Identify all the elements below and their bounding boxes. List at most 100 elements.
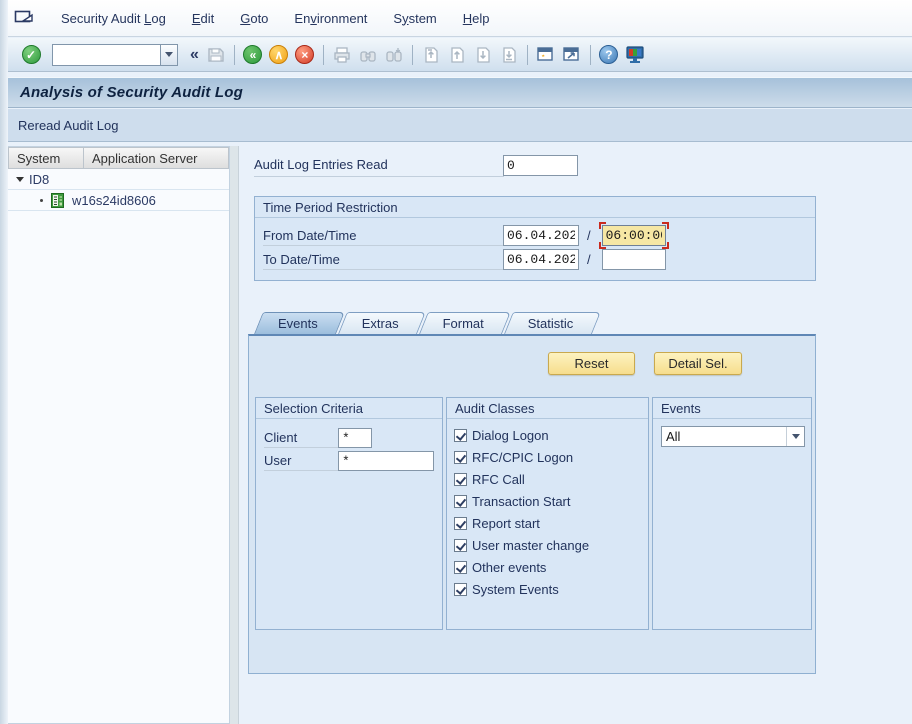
selection-criteria-groupbox: Selection Criteria Client User [255, 397, 443, 630]
from-datetime-label: From Date/Time [263, 225, 503, 246]
menu-help[interactable]: Help [450, 7, 503, 30]
checkbox-checked-icon[interactable] [454, 517, 467, 530]
toolbar-separator [412, 45, 413, 65]
command-input[interactable] [52, 44, 160, 66]
screen-title-bar: Analysis of Security Audit Log [8, 77, 912, 108]
checkbox-checked-icon[interactable] [454, 539, 467, 552]
time-period-groupbox: Time Period Restriction From Date/Time /… [254, 196, 816, 281]
checkbox-row-transaction-start[interactable]: Transaction Start [454, 491, 571, 511]
from-datetime-row: From Date/Time / [263, 224, 669, 246]
date-time-separator: / [587, 228, 591, 243]
tree-node-system-label: ID8 [29, 172, 49, 187]
client-field[interactable] [338, 428, 372, 448]
audit-classes-title: Audit Classes [447, 398, 648, 419]
chevron-down-icon [165, 52, 173, 57]
checkbox-checked-icon[interactable] [454, 583, 467, 596]
find-next-icon [385, 46, 403, 64]
selection-criteria-title: Selection Criteria [256, 398, 442, 419]
back-button[interactable]: « [240, 43, 266, 67]
menu-goto[interactable]: Goto [227, 7, 281, 30]
enter-icon: ✓ [26, 49, 36, 61]
to-datetime-row: To Date/Time / [263, 248, 669, 270]
checkbox-row-rfc-call[interactable]: RFC Call [454, 469, 525, 489]
screen-content: System Application Server ID8 w16s24id86… [8, 142, 912, 724]
save-button[interactable] [203, 43, 229, 67]
focused-field-frame [599, 222, 669, 249]
create-shortcut-icon [562, 45, 581, 64]
menu-security-audit-log[interactable]: Security Audit Log [48, 7, 179, 30]
from-time-field[interactable] [602, 225, 666, 246]
create-shortcut-button[interactable] [559, 43, 585, 67]
page-up-button[interactable] [444, 43, 470, 67]
checkbox-row-system-events[interactable]: System Events [454, 579, 559, 599]
checkbox-row-report-start[interactable]: Report start [454, 513, 540, 533]
checkbox-checked-icon[interactable] [454, 495, 467, 508]
checkbox-row-dialog-logon[interactable]: Dialog Logon [454, 425, 549, 445]
reset-button[interactable]: Reset [548, 352, 635, 375]
checkbox-row-rfc-cpic-logon[interactable]: RFC/CPIC Logon [454, 447, 573, 467]
entries-read-label: Audit Log Entries Read [254, 157, 504, 177]
find-next-button[interactable] [381, 43, 407, 67]
print-button[interactable] [329, 43, 355, 67]
customize-layout-button[interactable] [622, 43, 648, 67]
customize-layout-icon [625, 45, 645, 65]
checkbox-checked-icon[interactable] [454, 451, 467, 464]
to-date-field[interactable] [503, 249, 579, 270]
from-date-field[interactable] [503, 225, 579, 246]
entries-read-field [503, 155, 578, 176]
events-dropdown[interactable]: All [661, 426, 805, 447]
checkbox-row-user-master-change[interactable]: User master change [454, 535, 589, 555]
menu-system[interactable]: System [380, 7, 449, 30]
application-server-icon [51, 193, 64, 208]
events-dropdown-button[interactable] [786, 427, 804, 446]
save-icon [207, 46, 225, 64]
to-datetime-label: To Date/Time [263, 249, 503, 270]
tree-column-system[interactable]: System [8, 147, 84, 169]
to-time-field[interactable] [602, 249, 666, 270]
user-field[interactable] [338, 451, 434, 471]
window-left-edge [0, 0, 8, 724]
panel-splitter[interactable] [230, 146, 239, 724]
find-icon [359, 46, 377, 64]
command-dropdown-button[interactable] [160, 44, 178, 66]
events-title: Events [653, 398, 811, 419]
print-icon [333, 46, 351, 64]
tree-column-application-server[interactable]: Application Server [84, 147, 229, 169]
checkbox-row-other-events[interactable]: Other events [454, 557, 546, 577]
page-up-icon [448, 46, 466, 64]
tab-format[interactable]: Format [419, 312, 502, 334]
tab-statistic[interactable]: Statistic [504, 312, 592, 334]
last-page-icon [500, 46, 518, 64]
find-button[interactable] [355, 43, 381, 67]
menu-edit[interactable]: Edit [179, 7, 227, 30]
detail-sel-button[interactable]: Detail Sel. [654, 352, 742, 375]
checkbox-checked-icon[interactable] [454, 561, 467, 574]
application-toolbar: Reread Audit Log [8, 109, 912, 142]
first-page-icon [422, 46, 440, 64]
tree-node-server[interactable]: w16s24id8606 [8, 190, 229, 211]
cancel-button[interactable]: × [292, 43, 318, 67]
exit-button[interactable]: ∧ [266, 43, 292, 67]
new-session-icon [536, 45, 555, 64]
date-time-separator: / [587, 252, 591, 267]
system-menu-icon[interactable] [14, 10, 34, 26]
collapse-triangle-icon[interactable] [16, 177, 24, 182]
last-page-button[interactable] [496, 43, 522, 67]
help-button[interactable]: ? [596, 43, 622, 67]
client-label: Client [264, 428, 338, 448]
reread-audit-log-button[interactable]: Reread Audit Log [8, 114, 128, 137]
tree-node-system[interactable]: ID8 [8, 169, 229, 190]
new-session-button[interactable] [533, 43, 559, 67]
page-down-icon [474, 46, 492, 64]
tab-strip: Events Extras Format Statistic [254, 312, 593, 334]
checkbox-checked-icon[interactable] [454, 429, 467, 442]
page-down-button[interactable] [470, 43, 496, 67]
first-page-button[interactable] [418, 43, 444, 67]
tree-header: System Application Server [8, 147, 229, 169]
tab-extras[interactable]: Extras [338, 312, 417, 334]
enter-button[interactable]: ✓ [18, 43, 44, 67]
checkbox-checked-icon[interactable] [454, 473, 467, 486]
menu-environment[interactable]: Environment [281, 7, 380, 30]
tab-events[interactable]: Events [254, 312, 336, 334]
collapse-command-icon[interactable]: « [190, 46, 199, 64]
